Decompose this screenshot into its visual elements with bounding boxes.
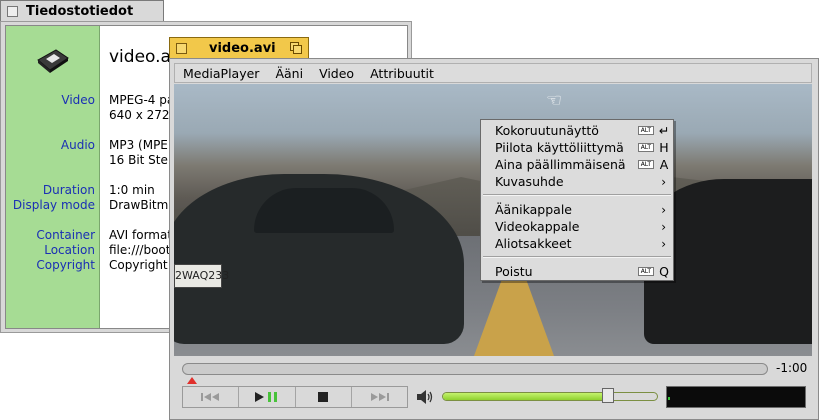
player-menubar: MediaPlayer Ääni Video Attribuutit bbox=[174, 63, 812, 83]
label-container: Container bbox=[36, 228, 95, 242]
info-window-title: Tiedostotiedot bbox=[26, 4, 134, 19]
value-duration: 1:0 min bbox=[109, 183, 155, 197]
menu-item-fullscreen[interactable]: Kokoruutunäyttö ALT ↵ bbox=[481, 122, 673, 139]
menu-item-label: Piilota käyttöliittymä bbox=[495, 140, 624, 155]
transport-buttons bbox=[182, 386, 408, 408]
label-audio: Audio bbox=[60, 138, 95, 152]
menu-audio[interactable]: Ääni bbox=[267, 66, 311, 81]
volume-slider[interactable] bbox=[442, 392, 658, 401]
skip-back-button[interactable] bbox=[183, 387, 240, 407]
label-location: Location bbox=[44, 243, 95, 257]
value-audio: MP3 (MPE 16 Bit Ste bbox=[109, 138, 168, 167]
menu-separator bbox=[483, 256, 671, 258]
skip-forward-button[interactable] bbox=[352, 387, 407, 407]
submenu-arrow-icon: › bbox=[661, 236, 666, 251]
menu-item-always-on-top[interactable]: Aina päällimmäisenä ALT A bbox=[481, 156, 673, 173]
label-duration: Duration bbox=[42, 183, 95, 197]
skip-back-icon bbox=[200, 393, 219, 401]
menu-separator bbox=[483, 194, 671, 196]
shortcut-key: Q bbox=[659, 264, 669, 279]
play-pause-icon bbox=[254, 392, 277, 402]
value-container: AVI format bbox=[109, 228, 173, 242]
value-location: file:///boot bbox=[109, 243, 171, 257]
value-display-mode: DrawBitma bbox=[109, 198, 176, 212]
alt-key-icon: ALT bbox=[637, 160, 654, 169]
submenu-arrow-icon: › bbox=[661, 219, 666, 234]
context-menu: Kokoruutunäyttö ALT ↵ Piilota käyttöliitt… bbox=[480, 119, 674, 281]
value-copyright: Copyright bbox=[109, 258, 168, 272]
menu-item-label: Videokappale bbox=[495, 219, 580, 234]
menu-item-subtitles[interactable]: Aliotsakkeet › bbox=[481, 235, 673, 252]
label-copyright: Copyright bbox=[36, 258, 95, 272]
menu-item-label: Aina päällimmäisenä bbox=[495, 157, 626, 172]
submenu-arrow-icon: › bbox=[661, 174, 666, 189]
zoom-icon[interactable] bbox=[290, 42, 302, 54]
alt-key-icon: ALT bbox=[637, 126, 654, 135]
menu-item-quit[interactable]: Poistu ALT Q bbox=[481, 263, 673, 280]
player-close-button[interactable] bbox=[176, 43, 187, 54]
stop-button[interactable] bbox=[296, 387, 352, 407]
menu-item-aspect-ratio[interactable]: Kuvasuhde › bbox=[481, 173, 673, 190]
shortcut-key: ↵ bbox=[659, 123, 670, 138]
alt-key-icon: ALT bbox=[637, 143, 654, 152]
menu-item-label: Äänikappale bbox=[495, 202, 572, 217]
value-video: MPEG-4 pa 640 x 272 bbox=[109, 93, 175, 122]
menu-item-hide-interface[interactable]: Piilota käyttöliittymä ALT H bbox=[481, 139, 673, 156]
menu-item-label: Kokoruutunäyttö bbox=[495, 123, 599, 138]
volume-fill bbox=[443, 393, 610, 400]
hand-cursor-icon: ☜ bbox=[546, 90, 563, 111]
play-pause-button[interactable] bbox=[239, 387, 296, 407]
peak-meter bbox=[666, 386, 806, 408]
info-window-tab[interactable]: Tiedostotiedot bbox=[0, 0, 164, 22]
seek-marker[interactable] bbox=[187, 377, 197, 384]
video-tape-icon bbox=[37, 49, 69, 73]
seek-slider[interactable] bbox=[182, 363, 768, 375]
menu-mediaplayer[interactable]: MediaPlayer bbox=[175, 66, 267, 81]
info-label-column: Video Audio Duration Display mode Contai… bbox=[6, 26, 100, 328]
label-video: Video bbox=[61, 93, 95, 107]
menu-item-label: Kuvasuhde bbox=[495, 174, 564, 189]
player-window-title: video.avi bbox=[209, 41, 276, 56]
speaker-icon[interactable] bbox=[416, 389, 434, 405]
menu-item-label: Poistu bbox=[495, 264, 533, 279]
menu-item-video-track[interactable]: Videokappale › bbox=[481, 218, 673, 235]
player-window-tab[interactable]: video.avi bbox=[169, 37, 309, 59]
label-display-mode: Display mode bbox=[12, 198, 95, 212]
volume-knob[interactable] bbox=[602, 388, 615, 403]
menu-video[interactable]: Video bbox=[311, 66, 362, 81]
license-plate: 2WAQ233 bbox=[174, 264, 229, 288]
menu-item-audio-track[interactable]: Äänikappale › bbox=[481, 201, 673, 218]
info-close-button[interactable] bbox=[7, 6, 18, 17]
shortcut-key: H bbox=[659, 140, 669, 155]
menu-item-label: Aliotsakkeet bbox=[495, 236, 572, 251]
submenu-arrow-icon: › bbox=[661, 202, 666, 217]
skip-forward-icon bbox=[371, 393, 390, 401]
video-car-left: 2WAQ233 bbox=[174, 174, 464, 344]
shortcut-key: A bbox=[659, 157, 669, 172]
alt-key-icon: ALT bbox=[637, 267, 654, 276]
menu-attributes[interactable]: Attribuutit bbox=[362, 66, 442, 81]
stop-icon bbox=[318, 392, 329, 402]
time-remaining: -1:00 bbox=[776, 361, 808, 375]
